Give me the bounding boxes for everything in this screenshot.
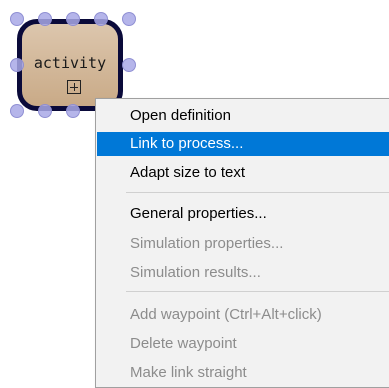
menu-item-delete-waypoint: Delete waypoint (130, 335, 237, 352)
selection-handle-top-left-mid[interactable] (38, 12, 52, 26)
selection-handle-bottom-left-mid[interactable] (38, 104, 52, 118)
selection-handle-middle-left[interactable] (10, 58, 24, 72)
menu-item-simulation-results: Simulation results... (130, 264, 261, 281)
menu-item-make-link-straight: Make link straight (130, 364, 247, 381)
menu-item-general-properties[interactable]: General properties... (97, 202, 389, 226)
menu-item-link-to-process[interactable]: Link to process... (97, 132, 389, 156)
selection-handle-top-right[interactable] (122, 12, 136, 26)
selection-handle-middle-right[interactable] (122, 58, 136, 72)
expand-subprocess-icon[interactable] (67, 80, 81, 94)
selection-handle-top-right-mid[interactable] (94, 12, 108, 26)
selection-handle-top-center[interactable] (66, 12, 80, 26)
menu-item-adapt-size-to-text[interactable]: Adapt size to text (97, 161, 389, 185)
menu-item-simulation-properties: Simulation properties... (130, 235, 284, 252)
menu-separator (126, 291, 389, 292)
activity-label: activity (33, 54, 107, 72)
selection-handle-bottom-left[interactable] (10, 104, 24, 118)
selection-handle-top-left[interactable] (10, 12, 24, 26)
menu-separator (126, 192, 389, 193)
menu-item-add-waypoint: Add waypoint (Ctrl+Alt+click) (130, 306, 322, 323)
menu-item-open-definition[interactable]: Open definition (97, 104, 389, 128)
selection-handle-bottom-center[interactable] (66, 104, 80, 118)
context-menu: Open definition Link to process... Adapt… (95, 98, 389, 388)
